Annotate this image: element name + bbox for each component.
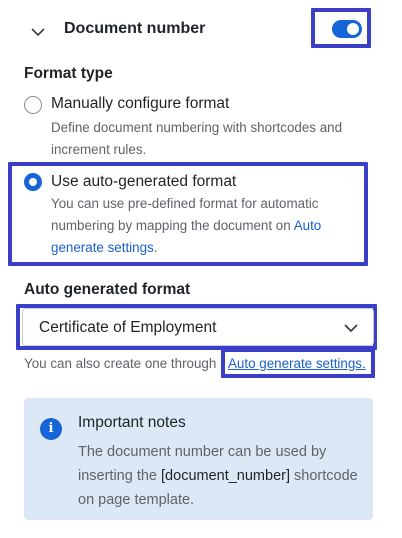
info-icon: i (40, 418, 62, 440)
auto-format-select[interactable]: Certificate of Employment (22, 308, 374, 346)
chevron-down-icon (344, 324, 358, 333)
radio-auto-label: Use auto-generated format (51, 173, 237, 190)
radio-manual-description: Define document numbering with shortcode… (51, 120, 343, 157)
toggle-knob (347, 23, 359, 35)
radio-auto-description-text: You can use pre-defined format for autom… (51, 196, 319, 233)
radio-manual[interactable] (24, 96, 42, 114)
radio-auto-description-suffix: . (153, 240, 158, 255)
shortcode-text: [document_number] (161, 468, 290, 484)
radio-auto-description: You can use pre-defined format for autom… (51, 193, 346, 259)
auto-generate-settings-helper-link[interactable]: Auto generate settings. (228, 356, 366, 371)
section-title: Document number (64, 20, 206, 37)
select-value: Certificate of Employment (39, 319, 217, 336)
radio-manual-label: Manually configure format (51, 95, 230, 112)
notes-body: The document number can be used by inser… (78, 440, 363, 512)
toggle-highlight (311, 8, 371, 48)
important-notes-panel: i Important notes The document number ca… (24, 398, 373, 520)
helper-text: You can also create one through (24, 356, 217, 371)
radio-auto[interactable] (24, 173, 42, 191)
chevron-down-icon[interactable] (30, 26, 46, 38)
notes-title: Important notes (78, 414, 186, 431)
document-number-toggle[interactable] (332, 20, 362, 38)
auto-format-label: Auto generated format (24, 281, 191, 298)
format-type-label: Format type (24, 65, 113, 82)
